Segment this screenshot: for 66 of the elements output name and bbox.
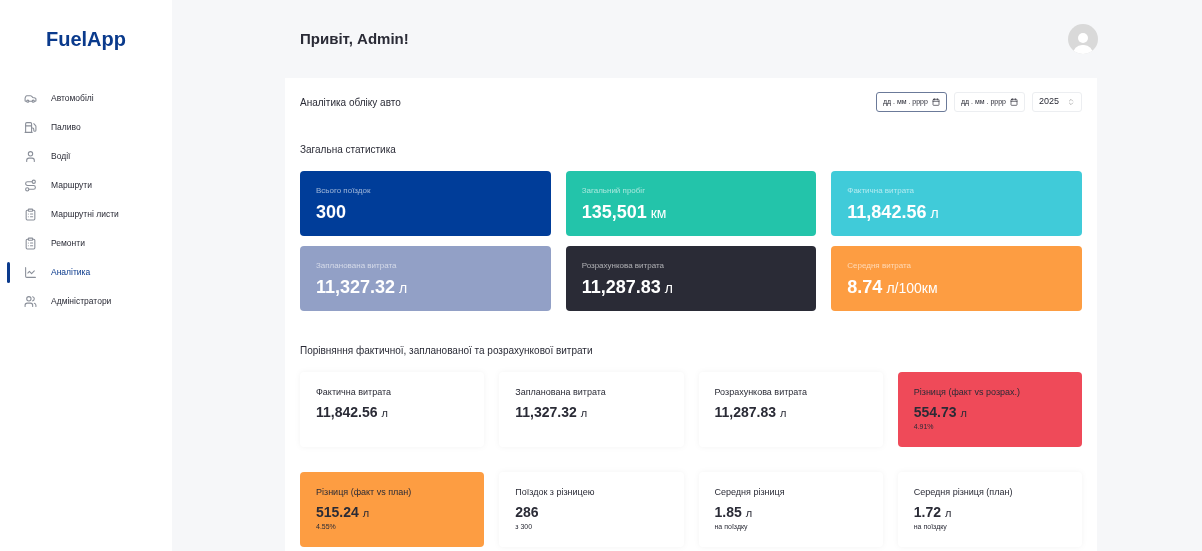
comparison-label: Поїздок з різницею [515, 488, 596, 497]
section-heading: Порівняння фактичної, запланованої та розрахункової витрати [300, 344, 594, 358]
calendar-icon [1009, 98, 1018, 106]
nav-item[interactable]: Маршрутні листи [24, 208, 119, 221]
stat-value: 8.74 [847, 278, 883, 296]
comparison-label: Середня різниця (план) [913, 488, 1014, 497]
nav-item[interactable]: Водії [24, 150, 71, 163]
comparison-unit: л [580, 408, 588, 419]
comparison-unit: л [780, 408, 787, 419]
stat-value: 300 [316, 203, 347, 221]
stat-label: Фактична витрата [847, 187, 915, 195]
comparison-value: 11,842.56 [316, 405, 378, 419]
app-logo: FuelApp [46, 27, 126, 52]
stat-value: 11,327.32 [316, 278, 396, 296]
users-icon [24, 295, 37, 308]
avatar[interactable] [1068, 24, 1098, 54]
comparison-value: 1.85 [714, 505, 742, 519]
nav-item[interactable]: Паливо [24, 121, 81, 134]
comparison-unit: л [960, 408, 967, 419]
stat-unit: км [650, 206, 667, 220]
comparison-value: 11,287.83 [714, 405, 776, 419]
car-icon [24, 92, 37, 105]
comparison-value: 11,327.32 [515, 405, 577, 419]
section-heading: Загальна статистика [300, 143, 397, 157]
comparison-label: Запланована витрата [515, 388, 607, 397]
person-icon [24, 150, 37, 163]
stat-unit: л/100км [886, 281, 938, 295]
panel-title: Аналітика обліку авто [300, 95, 401, 110]
clipboard-icon [24, 237, 37, 250]
comparison-value: 1.72 [913, 505, 941, 519]
comparison-value: 554.73 [913, 405, 957, 419]
nav-item[interactable]: Аналітика [24, 266, 91, 279]
nav-item[interactable]: Автомобілі [24, 92, 94, 105]
fuel-pump-icon [24, 121, 37, 134]
nav-item[interactable]: Маршрути [24, 179, 92, 192]
greeting: Привіт, Admin! [300, 28, 409, 49]
stat-label: Запланована витрата [316, 262, 398, 270]
stat-label: Середня витрата [847, 262, 913, 270]
comparison-label: Різниця (факт vs план) [316, 488, 413, 497]
comparison-label: Різниця (факт vs розрах.) [913, 388, 1022, 397]
comparison-value: 286 [515, 505, 539, 519]
route-icon [24, 179, 37, 192]
clipboard-icon [24, 208, 37, 221]
year-field[interactable]: 2025 [1031, 92, 1082, 112]
spinner-icon [1067, 98, 1075, 106]
stat-value: 135,501 [581, 203, 647, 221]
stat-unit: л [399, 281, 408, 295]
comparison-unit: л [381, 408, 388, 419]
comparison-unit: л [945, 508, 952, 519]
comparison-unit: л [745, 508, 753, 519]
stat-unit: л [930, 206, 939, 220]
stat-value: 11,287.83 [581, 278, 661, 296]
comparison-label: Середня різниця [714, 488, 786, 497]
calendar-icon [931, 98, 940, 106]
nav-item[interactable]: Адміністратори [24, 295, 112, 308]
comparison-value: 515.24 [316, 505, 359, 519]
comparison-label: Фактична витрата [316, 388, 392, 397]
comparison-unit: л [362, 508, 370, 519]
stat-unit: л [664, 281, 673, 295]
stat-label: Розрахункова витрата [581, 262, 665, 270]
stat-label: Всього поїздок [316, 187, 372, 195]
stat-label: Загальний пробіг [581, 187, 647, 195]
stat-value: 11,842.56 [847, 203, 927, 221]
line-chart-icon [24, 266, 37, 279]
nav-item[interactable]: Ремонти [24, 237, 85, 250]
comparison-label: Розрахункова витрата [714, 388, 809, 397]
